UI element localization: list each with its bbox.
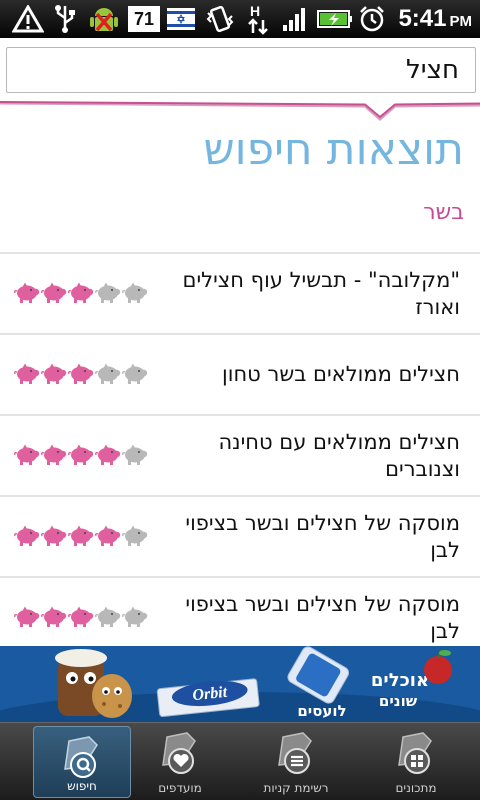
pig-rating-icon: [122, 444, 148, 465]
tab-recipes[interactable]: מתכונים: [356, 723, 476, 800]
result-row[interactable]: מוסקה של חצילים ובשר בציפוי לבן: [0, 495, 480, 576]
pig-rating-icon: [68, 525, 94, 546]
pig-rating-icon: [14, 606, 40, 627]
banner-slogan-top: אוכלים: [371, 670, 429, 691]
result-title: חצילים ממולאים בשר טחון: [222, 362, 460, 386]
result-title: חצילים ממולאים עם טחינה וצנוברים: [218, 429, 460, 481]
pig-rating-icon: [14, 525, 40, 546]
pig-rating-icon: [68, 444, 94, 465]
notification-count: 71: [128, 6, 160, 32]
pig-rating-icon: [122, 363, 148, 384]
rating-stars: [14, 605, 149, 629]
vibrate-icon: [204, 4, 236, 34]
heart-icon: [162, 732, 196, 774]
results-list: "מקלובה" - תבשיל עוף חצילים ואורז חצילים…: [0, 252, 480, 657]
rating-stars: [14, 524, 149, 548]
result-title: מוסקה של חצילים ובשר בציפוי לבן: [185, 510, 460, 562]
search-input[interactable]: [6, 47, 476, 93]
rating-stars: [14, 362, 149, 386]
bottom-navigation: חיפוש מועדפים רשימת קניות מתכונים: [0, 722, 480, 800]
hspa-data-icon: H: [244, 3, 272, 35]
rating-stars: [14, 443, 149, 467]
clock-time: 5:41: [398, 5, 447, 32]
result-title: "מקלובה" - תבשיל עוף חצילים ואורז: [182, 267, 460, 319]
pig-rating-icon: [41, 444, 67, 465]
search-icon: [64, 736, 98, 778]
banner-slogan-mid: שונים: [379, 692, 418, 710]
tab-shopping-list[interactable]: רשימת קניות: [236, 723, 356, 800]
search-area: [0, 38, 480, 108]
pig-rating-icon: [14, 363, 40, 384]
pig-rating-icon: [41, 606, 67, 627]
header-divider: [0, 101, 480, 121]
pig-rating-icon: [68, 363, 94, 384]
clock-ampm: PM: [449, 13, 473, 30]
result-row[interactable]: מוסקה של חצילים ובשר בציפוי לבן: [0, 576, 480, 657]
status-time: 5:41 PM: [398, 4, 472, 34]
list-icon: [278, 732, 312, 774]
tab-recipes-label: מתכונים: [395, 781, 437, 795]
tab-search-label: חיפוש: [67, 779, 97, 793]
israel-flag-icon: [166, 4, 196, 34]
pig-rating-icon: [122, 525, 148, 546]
banner-slogan-bottom: לועסים: [297, 702, 346, 720]
result-row[interactable]: חצילים ממולאים בשר טחון: [0, 333, 480, 414]
ad-banner[interactable]: Orbit אוכלים שונים לועסים: [0, 646, 480, 722]
pig-rating-icon: [41, 282, 67, 303]
pig-rating-icon: [122, 282, 148, 303]
pig-rating-icon: [95, 606, 121, 627]
tab-favorites-label: מועדפים: [158, 781, 202, 795]
pig-rating-icon: [95, 444, 121, 465]
pig-rating-icon: [68, 282, 94, 303]
pig-rating-icon: [41, 363, 67, 384]
pig-rating-icon: [68, 606, 94, 627]
warning-icon: [10, 4, 46, 34]
battery-charging-icon: [316, 4, 354, 34]
ad-banner-art: Orbit אוכלים שונים לועסים: [0, 646, 480, 722]
android-debug-icon: [86, 4, 122, 34]
svg-text:H: H: [250, 3, 260, 19]
alarm-icon: [358, 4, 386, 34]
pig-rating-icon: [95, 282, 121, 303]
signal-icon: [280, 4, 310, 34]
grid-icon: [398, 732, 432, 774]
pig-rating-icon: [95, 525, 121, 546]
pig-rating-icon: [41, 525, 67, 546]
pig-rating-icon: [95, 363, 121, 384]
usb-icon: [52, 4, 78, 34]
result-row[interactable]: "מקלובה" - תבשיל עוף חצילים ואורז: [0, 252, 480, 333]
category-heading: בשר: [423, 200, 464, 225]
page-title: תוצאות חיפוש: [203, 124, 464, 175]
rating-stars: [14, 281, 149, 305]
tab-shopping-list-label: רשימת קניות: [263, 781, 329, 795]
tab-favorites[interactable]: מועדפים: [120, 723, 240, 800]
pig-rating-icon: [122, 606, 148, 627]
tab-search[interactable]: חיפוש: [33, 726, 131, 798]
pig-rating-icon: [14, 444, 40, 465]
pig-rating-icon: [14, 282, 40, 303]
result-row[interactable]: חצילים ממולאים עם טחינה וצנוברים: [0, 414, 480, 495]
status-bar: 71 H 5:41 PM: [0, 0, 480, 38]
